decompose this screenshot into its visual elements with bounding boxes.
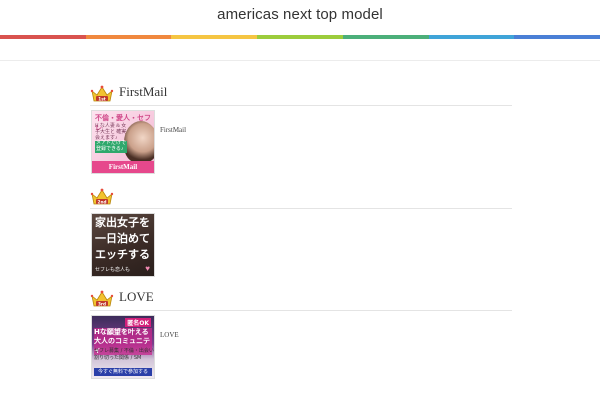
rainbow-segment-3 (171, 35, 258, 39)
model-photo (124, 121, 154, 163)
crown-rank-3-icon: 3rd (90, 290, 114, 307)
rainbow-segment-7 (514, 35, 600, 39)
banner-logo: FirstMail (92, 161, 154, 173)
love-banner[interactable]: 匿名OK Hな願望を叶える 大人のコミュニティ セフレ募集 / 不倫・出会い 割… (91, 315, 155, 379)
rainbow-divider (0, 35, 600, 39)
rainbow-segment-6 (428, 35, 515, 39)
ranking-header: 1st FirstMail (90, 83, 512, 106)
banner-caption[interactable]: FirstMail (160, 126, 186, 134)
ranking-header: 2nd (90, 186, 512, 209)
banner-cta: 今すぐ無料で参加する (94, 368, 152, 376)
ranking-title[interactable]: LOVE (119, 289, 154, 305)
svg-text:3rd: 3rd (98, 301, 106, 306)
banner-line-2: 一日泊めて (95, 232, 150, 245)
anonymous-ok-badge: 匿名OK (125, 318, 151, 327)
iede-banner[interactable]: 家出女子を 一日泊めて エッチする セフレも恋人も ♥ (91, 213, 155, 277)
rainbow-segment-1 (0, 35, 86, 39)
ranking-title[interactable]: FirstMail (119, 84, 167, 100)
ranking-item-1: 1st FirstMail 不倫・愛人・セフレ H な人妻 & 女子大生と 確実… (90, 83, 512, 174)
header-divider (0, 60, 600, 61)
firstmail-banner[interactable]: 不倫・愛人・セフレ H な人妻 & 女子大生と 確実会えます♪ メアドだけで 登… (91, 110, 155, 174)
rainbow-segment-4 (257, 35, 343, 39)
ranking-item-3: 3rd LOVE 匿名OK Hな願望を叶える 大人のコミュニティ セフレ募集 /… (90, 288, 512, 379)
site-title[interactable]: americas next top model (0, 6, 600, 23)
rainbow-segment-5 (342, 35, 429, 39)
crown-rank-2-icon: 2nd (90, 188, 114, 205)
svg-text:2nd: 2nd (98, 199, 107, 204)
crown-rank-1-icon: 1st (90, 85, 114, 102)
ranking-header: 3rd LOVE (90, 288, 512, 311)
banner-subtext: セフレ募集 / 不倫・出会い 割り切った関係 / SM (94, 348, 154, 361)
banner-line-3: エッチする (95, 248, 150, 261)
svg-text:1st: 1st (98, 96, 105, 101)
ranking-item-2: 2nd 家出女子を 一日泊めて エッチする セフレも恋人も ♥ (90, 186, 512, 277)
rainbow-segment-2 (85, 35, 172, 39)
banner-green-text: メアドだけで 登録できる♪ (95, 141, 127, 153)
banner-caption[interactable]: LOVE (160, 331, 179, 339)
heart-icon: ♥ (145, 264, 150, 273)
site-header: americas next top model (0, 0, 600, 62)
banner-line-1: 家出女子を (95, 216, 150, 229)
banner-small-text: セフレも恋人も (95, 268, 131, 273)
